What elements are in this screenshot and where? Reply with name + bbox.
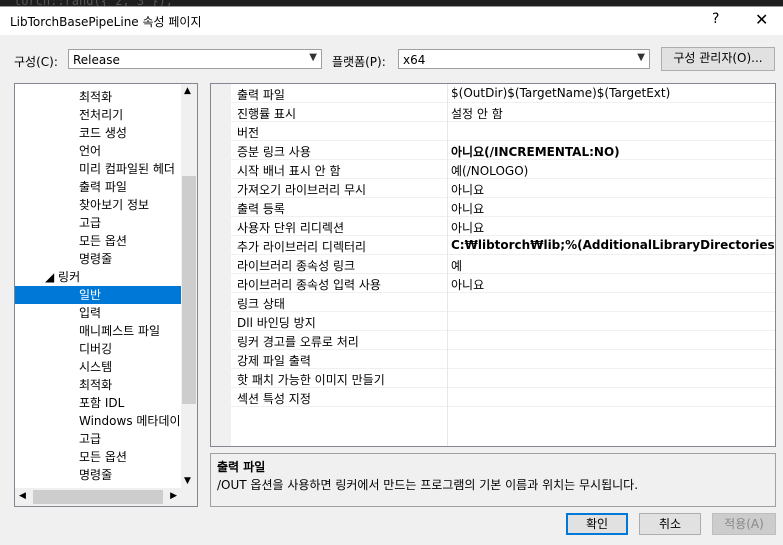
property-name: 라이브러리 종속성 입력 사용 <box>237 278 381 292</box>
scroll-up-icon[interactable]: ▲ <box>184 86 191 96</box>
property-value[interactable]: 예 <box>451 257 462 274</box>
scroll-thumb[interactable] <box>33 490 163 504</box>
property-grid: 출력 파일 $(OutDir)$(TargetName)$(TargetExt) 진… <box>210 83 776 447</box>
property-row[interactable]: 버전 <box>231 122 775 141</box>
property-row[interactable]: 출력 등록 아니요 <box>231 198 775 217</box>
property-name: 진행률 표시 <box>237 107 297 121</box>
tree-vertical-scrollbar[interactable]: ▲ ▼ <box>181 84 197 488</box>
apply-button[interactable]: 적용(A) <box>712 513 776 535</box>
tree-item[interactable]: 모든 옵션 <box>15 232 182 250</box>
config-value: Release <box>73 53 120 67</box>
property-name: 핫 패치 가능한 이미지 만들기 <box>237 373 385 387</box>
tree-item[interactable]: 언어 <box>15 142 182 160</box>
tree-item[interactable]: 일반 <box>15 286 182 304</box>
property-row[interactable]: 강제 파일 출력 <box>231 350 775 369</box>
property-value[interactable]: 아니요(/INCREMENTAL:NO) <box>451 143 620 160</box>
window-title: LibTorchBasePipeLine 속성 페이지 <box>10 15 202 29</box>
property-row[interactable]: 핫 패치 가능한 이미지 만들기 <box>231 369 775 388</box>
tree-item[interactable]: 포함 IDL <box>15 394 182 412</box>
property-row[interactable]: 추가 라이브러리 디렉터리 C:₩libtorch₩lib;%(Additiona… <box>231 236 775 255</box>
cancel-button[interactable]: 취소 <box>639 513 701 535</box>
tree-item[interactable]: 디버깅 <box>15 340 182 358</box>
property-row[interactable]: 사용자 단위 리디렉션 아니요 <box>231 217 775 236</box>
property-row[interactable]: 가져오기 라이브러리 무시 아니요 <box>231 179 775 198</box>
tree-item[interactable]: Windows 메타데이 <box>15 412 182 430</box>
property-name: 섹션 특성 지정 <box>237 392 311 406</box>
tree-item[interactable]: 명령줄 <box>15 250 182 268</box>
property-name: 추가 라이브러리 디렉터리 <box>237 240 367 254</box>
tree-item[interactable]: 매니페스트 파일 <box>15 322 182 340</box>
tree-item[interactable]: 최적화 <box>15 88 182 106</box>
tree-item[interactable]: 시스템 <box>15 358 182 376</box>
description-panel: 출력 파일 /OUT 옵션을 사용하면 링커에서 만드는 프로그램의 기본 이름… <box>210 453 776 507</box>
description-text: /OUT 옵션을 사용하면 링커에서 만드는 프로그램의 기본 이름과 위치는 … <box>217 478 639 492</box>
close-button[interactable]: ✕ <box>755 10 768 29</box>
property-value[interactable]: 아니요 <box>451 219 484 236</box>
property-name: 버전 <box>237 126 260 140</box>
description-title: 출력 파일 <box>217 460 266 474</box>
config-label: 구성(C): <box>14 55 58 69</box>
property-row[interactable]: Dll 바인딩 방지 <box>231 312 775 331</box>
ok-button[interactable]: 확인 <box>566 513 628 535</box>
platform-value: x64 <box>403 53 426 67</box>
tree-item[interactable]: 미리 컴파일된 헤더 <box>15 160 182 178</box>
property-row[interactable]: 출력 파일 $(OutDir)$(TargetName)$(TargetExt) <box>231 84 775 103</box>
property-name: 링커 경고를 오류로 처리 <box>237 335 359 349</box>
config-manager-button[interactable]: 구성 관리자(O)... <box>661 47 775 71</box>
config-dropdown[interactable]: Release ▼ <box>68 49 322 69</box>
property-value[interactable]: 예(/NOLOGO) <box>451 162 528 179</box>
property-row[interactable]: 라이브러리 종속성 링크 예 <box>231 255 775 274</box>
tree-item[interactable]: 고급 <box>15 430 182 448</box>
scroll-right-icon[interactable]: ▶ <box>170 491 177 501</box>
property-value[interactable]: 아니요 <box>451 276 484 293</box>
property-value[interactable]: $(OutDir)$(TargetName)$(TargetExt) <box>451 86 670 100</box>
property-name: 시작 배너 표시 안 함 <box>237 164 341 178</box>
tree-item[interactable]: 찾아보기 정보 <box>15 196 182 214</box>
tree-item[interactable]: ◢ 링커 <box>15 268 182 286</box>
property-name: 링크 상태 <box>237 297 285 311</box>
chevron-down-icon: ▼ <box>637 52 645 63</box>
tree-horizontal-scrollbar[interactable]: ◀ ▶ <box>15 488 197 506</box>
property-name: 라이브러리 종속성 링크 <box>237 259 356 273</box>
property-row[interactable]: 증분 링크 사용 아니요(/INCREMENTAL:NO) <box>231 141 775 160</box>
property-name: Dll 바인딩 방지 <box>237 316 316 330</box>
platform-label: 플랫폼(P): <box>332 55 386 69</box>
property-name: 사용자 단위 리디렉션 <box>237 221 344 235</box>
property-name: 출력 파일 <box>237 88 285 102</box>
help-button[interactable]: ? <box>712 11 719 27</box>
property-row[interactable]: 링크 상태 <box>231 293 775 312</box>
property-value[interactable]: 설정 안 함 <box>451 105 503 122</box>
category-tree[interactable]: 최적화 전처리기 코드 생성 언어 미리 컴파일된 헤더 출력 파일 찾아보기 정보 고급 모든… <box>14 83 198 507</box>
tree-item[interactable]: 모든 옵션 <box>15 448 182 466</box>
property-value[interactable]: 아니요 <box>451 181 484 198</box>
scroll-down-icon[interactable]: ▼ <box>184 476 191 486</box>
tree-item[interactable]: 최적화 <box>15 376 182 394</box>
tree-item[interactable]: 고급 <box>15 214 182 232</box>
property-row[interactable]: 링커 경고를 오류로 처리 <box>231 331 775 350</box>
property-row[interactable]: 섹션 특성 지정 <box>231 388 775 407</box>
property-row[interactable]: 시작 배너 표시 안 함 예(/NOLOGO) <box>231 160 775 179</box>
tree-item[interactable]: 출력 파일 <box>15 178 182 196</box>
platform-dropdown[interactable]: x64 ▼ <box>398 49 650 69</box>
property-name: 증분 링크 사용 <box>237 145 311 159</box>
property-row[interactable]: 진행률 표시 설정 안 함 <box>231 103 775 122</box>
tree-item[interactable]: 입력 <box>15 304 182 322</box>
property-name: 가져오기 라이브러리 무시 <box>237 183 367 197</box>
property-name: 강제 파일 출력 <box>237 354 311 368</box>
property-value[interactable]: 아니요 <box>451 200 484 217</box>
property-row[interactable]: 라이브러리 종속성 입력 사용 아니요 <box>231 274 775 293</box>
property-pages-dialog: LibTorchBasePipeLine 속성 페이지 ? ✕ 구성(C): R… <box>0 6 783 545</box>
tree-item[interactable]: 전처리기 <box>15 106 182 124</box>
tree-item[interactable]: 코드 생성 <box>15 124 182 142</box>
column-divider <box>447 84 448 446</box>
scroll-left-icon[interactable]: ◀ <box>19 491 26 501</box>
property-name: 출력 등록 <box>237 202 285 216</box>
grid-gutter <box>211 84 231 446</box>
scroll-thumb[interactable] <box>182 176 196 404</box>
title-bar: LibTorchBasePipeLine 속성 페이지 ? ✕ <box>0 7 783 35</box>
chevron-down-icon: ▼ <box>309 52 317 63</box>
tree-item[interactable]: 명령줄 <box>15 466 182 484</box>
property-value[interactable]: C:₩libtorch₩lib;%(AdditionalLibraryDirec… <box>451 238 775 252</box>
